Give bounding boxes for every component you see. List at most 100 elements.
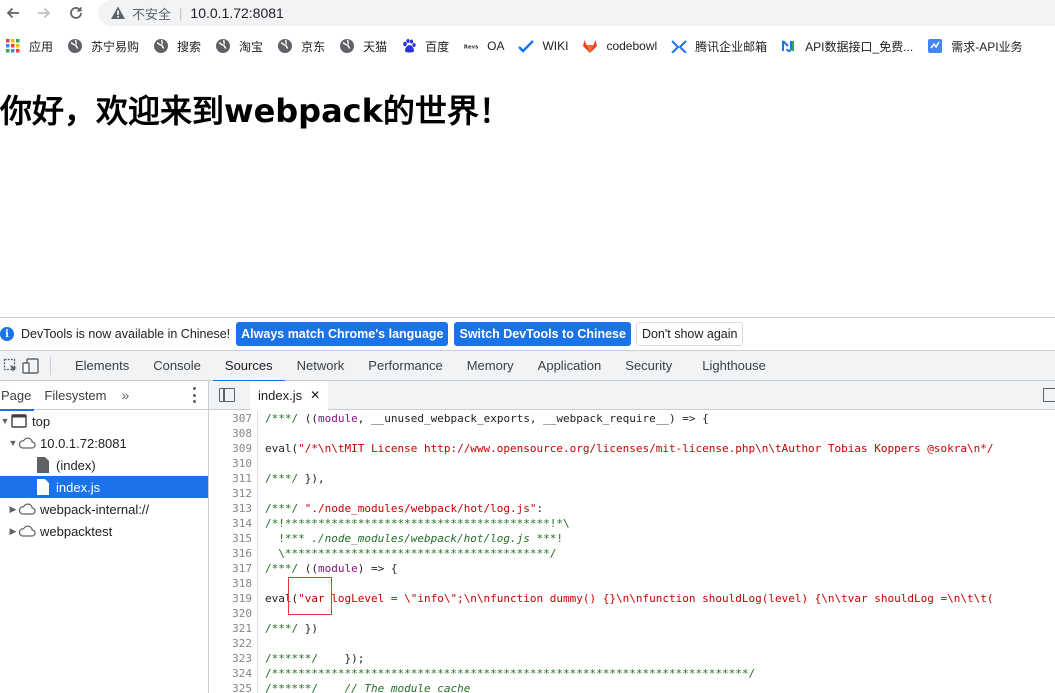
cloud-icon: [18, 501, 36, 517]
back-button[interactable]: [2, 3, 24, 23]
bookmark-item[interactable]: 百度: [401, 38, 449, 55]
toggle-navigator-icon[interactable]: [219, 388, 235, 402]
devtools-tab-elements[interactable]: Elements: [63, 351, 141, 381]
code-text: /******/ });: [265, 652, 364, 665]
globe-icon: [67, 38, 83, 54]
line-number[interactable]: 321: [209, 622, 252, 635]
code-token: "/*\n\tMIT License http://www.opensource…: [298, 442, 994, 455]
devtools-tab-application[interactable]: Application: [526, 351, 614, 381]
bookmark-item[interactable]: 搜索: [153, 38, 201, 55]
code-line: 308: [209, 426, 1055, 441]
devtools-tab-sources[interactable]: Sources: [212, 351, 285, 382]
tree-item[interactable]: ▼ top: [0, 410, 208, 432]
tencent-mail-icon: [671, 38, 687, 54]
devtools-tab-lighthouse[interactable]: Lighthouse: [690, 351, 778, 381]
collapsed-arrow-icon[interactable]: ▶: [8, 526, 18, 537]
bookmark-item[interactable]: API数据接口_免费...: [781, 38, 913, 55]
tree-item[interactable]: ▶ webpack-internal://: [0, 498, 208, 520]
bookmark-item[interactable]: Revs OA: [463, 38, 504, 54]
line-number[interactable]: 320: [209, 607, 252, 620]
tree-item[interactable]: ▼ 10.0.1.72:8081: [0, 432, 208, 454]
devtools-tab-memory[interactable]: Memory: [455, 351, 526, 381]
code-token: :: [536, 502, 544, 515]
code-text: /***/ "./node_modules/webpack/hot/log.js…: [265, 502, 543, 515]
line-number[interactable]: 308: [209, 427, 252, 440]
code-line: 316 \***********************************…: [209, 546, 1055, 561]
bookmark-item[interactable]: 腾讯企业邮箱: [671, 38, 767, 55]
line-number[interactable]: 324: [209, 667, 252, 680]
gutter-divider: [257, 516, 258, 531]
bookmark-item[interactable]: 苏宁易购: [67, 38, 139, 55]
devtools-tab-security[interactable]: Security: [613, 351, 684, 381]
code-text: /*!*************************************…: [265, 517, 570, 530]
devtools-tab-performance[interactable]: Performance: [356, 351, 454, 381]
code-lines[interactable]: 307/***/ ((module, __unused_webpack_expo…: [209, 411, 1055, 693]
bookmark-item[interactable]: WIKI: [518, 38, 568, 54]
source-editor: index.js ✕ 307/***/ ((module, __unused_w…: [209, 380, 1055, 693]
more-options-kebab-icon[interactable]: [192, 387, 196, 403]
tree-item[interactable]: ▶ webpacktest: [0, 520, 208, 542]
line-number[interactable]: 316: [209, 547, 252, 560]
bookmark-item[interactable]: 应用: [5, 38, 53, 55]
line-number[interactable]: 318: [209, 577, 252, 590]
bookmark-label: 苏宁易购: [91, 39, 140, 54]
gutter-divider: [257, 441, 258, 456]
expanded-arrow-icon[interactable]: ▼: [8, 438, 18, 448]
line-number[interactable]: 317: [209, 562, 252, 575]
line-number[interactable]: 319: [209, 592, 252, 605]
tree-item[interactable]: index.js: [0, 476, 208, 498]
navigator-tab-filesystem[interactable]: Filesystem: [40, 381, 115, 410]
navigator-tab-page[interactable]: Page: [0, 381, 40, 411]
reload-button[interactable]: [65, 3, 87, 23]
tree-item-label: index.js: [56, 479, 101, 495]
collapsed-arrow-icon[interactable]: ▶: [8, 504, 18, 515]
expanded-arrow-icon[interactable]: ▼: [0, 416, 10, 426]
devtools-tab-network[interactable]: Network: [285, 351, 357, 381]
bookmark-item[interactable]: 淘宝: [215, 38, 263, 55]
gutter-divider: [257, 576, 258, 591]
toggle-debugger-icon[interactable]: [1043, 388, 1055, 402]
tree-item[interactable]: (index): [0, 454, 208, 476]
line-number[interactable]: 310: [209, 457, 252, 470]
line-number[interactable]: 307: [209, 412, 252, 425]
code-token: ) => {: [357, 562, 398, 575]
line-number[interactable]: 309: [209, 442, 252, 455]
bookmark-item[interactable]: 需求-API业务: [927, 38, 1023, 55]
line-number[interactable]: 322: [209, 637, 252, 650]
tree-item-label: (index): [56, 457, 96, 473]
line-number[interactable]: 315: [209, 532, 252, 545]
code-line: 320: [209, 606, 1055, 621]
frame-icon: [10, 413, 28, 429]
bookmark-item[interactable]: 天猫: [339, 38, 387, 55]
gutter-divider: [257, 531, 258, 546]
gutter-divider: [257, 486, 258, 501]
devtools-tab-console[interactable]: Console: [141, 351, 213, 381]
bookmark-label: WIKI: [542, 39, 569, 53]
code-token: ((: [304, 412, 318, 425]
bookmark-item[interactable]: 京东: [277, 38, 325, 55]
insecure-label: 不安全: [132, 6, 172, 22]
switch-to-chinese-button[interactable]: Switch DevTools to Chinese: [454, 322, 631, 346]
inspect-element-button[interactable]: [2, 357, 20, 375]
line-number[interactable]: 325: [209, 682, 252, 693]
dont-show-again-button[interactable]: Don't show again: [635, 322, 744, 346]
line-number[interactable]: 312: [209, 487, 252, 500]
line-number[interactable]: 311: [209, 472, 252, 485]
always-match-language-button[interactable]: Always match Chrome's language: [236, 322, 449, 346]
code-line: 313 /***/ "./node_modules/webpack/hot/log…: [209, 501, 1055, 516]
code-text: /***/ }): [265, 622, 318, 635]
omnibox[interactable]: 不安全 | 10.0.1.72:8081: [98, 0, 1055, 26]
gutter-divider: [257, 411, 258, 426]
code-text: /***************************************…: [265, 667, 755, 680]
editor-tab-index-js[interactable]: index.js ✕: [250, 380, 329, 410]
bookmark-item[interactable]: codebowl: [582, 38, 657, 54]
device-toolbar-button[interactable]: [22, 357, 40, 375]
line-number[interactable]: 314: [209, 517, 252, 530]
close-tab-icon[interactable]: ✕: [310, 388, 320, 402]
line-number[interactable]: 323: [209, 652, 252, 665]
forward-button[interactable]: [33, 3, 55, 23]
omnibox-separator: |: [179, 5, 183, 21]
line-number[interactable]: 313: [209, 502, 252, 515]
tree-item-label: webpacktest: [40, 523, 113, 539]
more-tabs-chevron-icon[interactable]: »: [122, 387, 130, 403]
